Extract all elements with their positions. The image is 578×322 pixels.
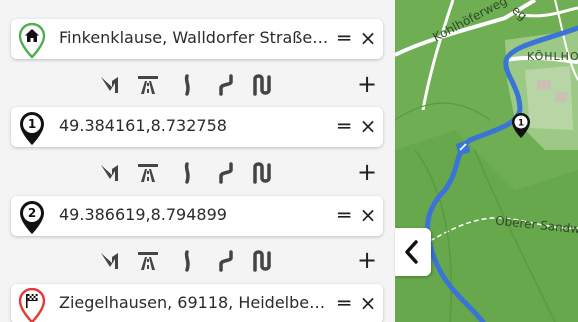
add-waypoint-button[interactable]: + (355, 70, 379, 98)
route-mode-row: + (95, 70, 385, 98)
drag-handle-icon[interactable]: ═ (333, 115, 355, 139)
fastest-route-icon[interactable] (98, 161, 122, 185)
end-marker-icon (18, 288, 46, 322)
remove-waypoint-button[interactable]: × (357, 27, 379, 51)
waypoint-text-2[interactable]: 49.386619,8.794899 (59, 205, 329, 224)
waypoint-row-start[interactable]: Finkenklause, Walldorfer Straße, 9... ═ … (11, 19, 383, 59)
curvy-route-icon[interactable] (175, 161, 199, 185)
waypoint-row-1[interactable]: 1 49.384161,8.732758 ═ × (11, 107, 383, 147)
drag-handle-icon[interactable]: ═ (333, 27, 355, 51)
very-curvy-route-icon[interactable] (213, 161, 237, 185)
extreme-curvy-route-icon[interactable] (251, 249, 275, 273)
marker-label: 1 (28, 117, 36, 131)
curvy-route-icon[interactable] (175, 73, 199, 97)
remove-waypoint-button[interactable]: × (357, 292, 379, 316)
very-curvy-route-icon[interactable] (213, 73, 237, 97)
highway-icon[interactable] (136, 73, 160, 97)
waypoint-text-1[interactable]: 49.384161,8.732758 (59, 116, 329, 135)
fastest-route-icon[interactable] (98, 73, 122, 97)
via-marker-icon: 2 (20, 201, 44, 234)
waypoint-row-2[interactable]: 2 49.386619,8.794899 ═ × (11, 196, 383, 236)
route-mode-row: + (95, 246, 385, 274)
add-waypoint-button[interactable]: + (355, 246, 379, 274)
drag-handle-icon[interactable]: ═ (333, 292, 355, 316)
route-mode-row: + (95, 158, 385, 186)
map-label-area: KÖHLHO (527, 50, 578, 63)
via-marker-icon: 1 (20, 112, 44, 145)
curvy-route-icon[interactable] (175, 249, 199, 273)
remove-waypoint-button[interactable]: × (357, 115, 379, 139)
waypoint-row-end[interactable]: Ziegelhausen, 69118, Heidelberg, B... ═ … (11, 284, 383, 322)
extreme-curvy-route-icon[interactable] (251, 73, 275, 97)
extreme-curvy-route-icon[interactable] (251, 161, 275, 185)
fastest-route-icon[interactable] (98, 249, 122, 273)
highway-icon[interactable] (136, 249, 160, 273)
chevron-left-icon (405, 240, 418, 264)
waypoint-text-start[interactable]: Finkenklause, Walldorfer Straße, 9... (59, 28, 329, 47)
map-via-marker-label: 1 (518, 119, 524, 129)
marker-label: 2 (28, 206, 36, 220)
route-planner-panel: Finkenklause, Walldorfer Straße, 9... ═ … (0, 0, 395, 322)
add-waypoint-button[interactable]: + (355, 158, 379, 186)
collapse-panel-button[interactable] (395, 228, 431, 276)
waypoint-text-end[interactable]: Ziegelhausen, 69118, Heidelberg, B... (59, 293, 329, 312)
very-curvy-route-icon[interactable] (213, 249, 237, 273)
drag-handle-icon[interactable]: ═ (333, 204, 355, 228)
remove-waypoint-button[interactable]: × (357, 204, 379, 228)
start-marker-icon (18, 23, 46, 59)
highway-icon[interactable] (136, 161, 160, 185)
